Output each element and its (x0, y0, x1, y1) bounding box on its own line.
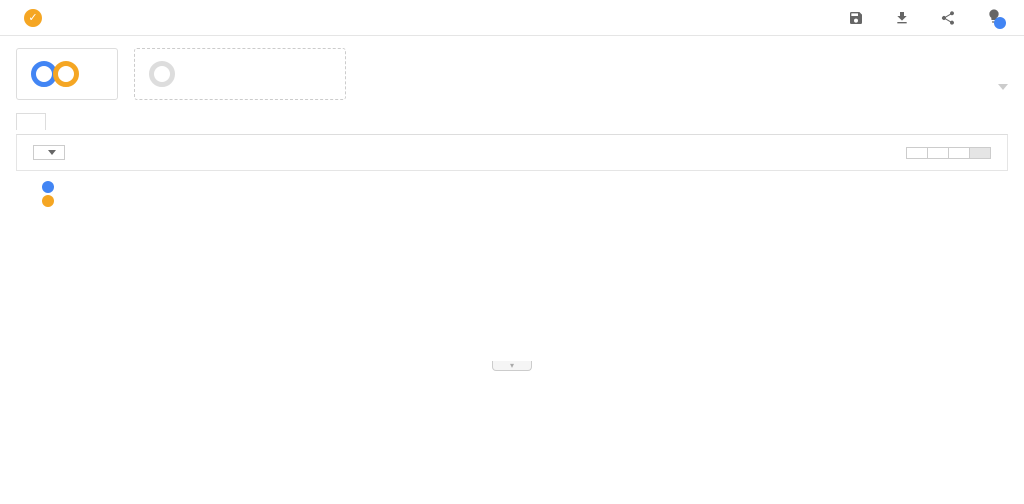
export-button[interactable] (894, 10, 916, 26)
save-icon (848, 10, 864, 26)
share-button[interactable] (940, 10, 962, 26)
legend-swatch-blue (42, 181, 54, 193)
save-button[interactable] (848, 10, 870, 26)
legend-swatch-orange (42, 195, 54, 207)
grain-month[interactable] (969, 148, 990, 158)
segment-all-users[interactable] (16, 48, 118, 100)
metric-selector[interactable] (33, 145, 65, 160)
intel-count-badge (994, 17, 1006, 29)
intelligence-icon (986, 8, 1002, 27)
add-segment-icon (149, 61, 175, 87)
chart-drag-handle[interactable]: ▾ (492, 361, 532, 371)
segment-icon (31, 61, 79, 87)
verified-badge-icon: ✓ (24, 9, 42, 27)
grain-week[interactable] (948, 148, 969, 158)
intelligence-button[interactable] (986, 8, 1008, 27)
grain-day[interactable] (927, 148, 948, 158)
main-chart (32, 213, 1008, 363)
share-icon (940, 10, 956, 26)
grain-hourly[interactable] (907, 148, 927, 158)
tab-overview[interactable] (16, 113, 46, 130)
export-icon (894, 10, 910, 26)
add-segment-button[interactable] (134, 48, 346, 100)
granularity-toggle (906, 147, 991, 159)
